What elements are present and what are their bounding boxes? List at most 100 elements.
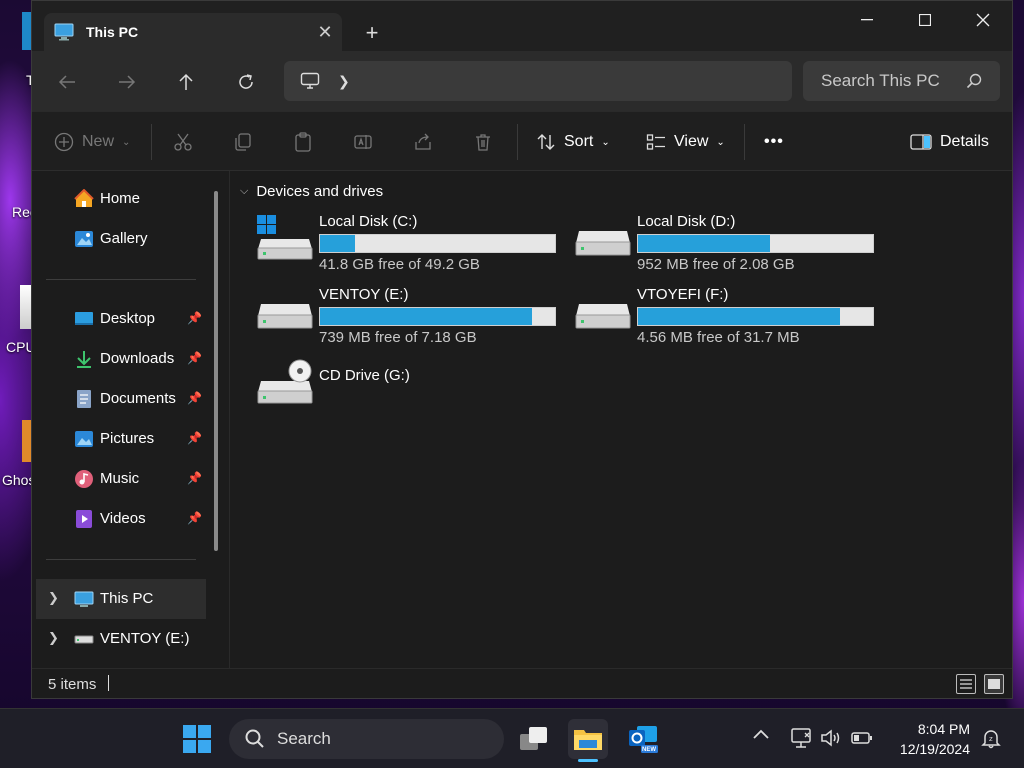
copy-button[interactable] [233,124,253,160]
desktop-icon [75,312,93,325]
home-icon [74,189,94,207]
drive-name: VTOYEFI (F:) [637,286,729,303]
chevron-right-icon[interactable]: ❯ [48,630,59,646]
clipboard-icon [295,132,311,152]
drive-tile-f[interactable]: VTOYEFI (F:) 4.56 MB free of 31.7 MB [575,286,875,346]
toolbar-divider [517,124,518,160]
sidebar-item-downloads[interactable]: Downloads 📌 [32,339,208,379]
drive-free-space: 41.8 GB free of 49.2 GB [319,256,480,273]
sidebar-item-pictures[interactable]: Pictures 📌 [32,419,208,459]
minimize-button[interactable] [838,1,896,39]
tab-close-icon[interactable]: ✕ [308,15,342,49]
refresh-button[interactable] [231,67,261,97]
sidebar-item-home[interactable]: Home [32,179,208,219]
forward-button[interactable] [112,67,142,97]
this-pc-icon [54,23,74,41]
sidebar-item-desktop[interactable]: Desktop 📌 [32,299,208,339]
more-options-button[interactable]: ••• [764,124,784,160]
drive-tile-g[interactable]: CD Drive (G:) [257,359,557,419]
sidebar-item-label: Desktop [100,310,156,327]
task-view-button[interactable] [514,719,554,759]
notification-bell-icon[interactable]: z [980,727,1002,754]
pin-icon[interactable]: 📌 [187,431,202,445]
share-button[interactable] [413,124,433,160]
close-icon [976,13,990,27]
taskbar-outlook-new[interactable]: NEW [623,719,663,759]
sidebar-item-documents[interactable]: Documents 📌 [32,379,208,419]
paste-button[interactable] [293,124,313,160]
sidebar-item-this-pc[interactable]: ❯ This PC [36,579,206,619]
drive-free-space: 739 MB free of 7.18 GB [319,329,477,346]
breadcrumb-chevron-icon[interactable]: ❯ [338,73,350,90]
rename-button[interactable] [353,124,373,160]
tab-this-pc[interactable]: This PC ✕ [44,13,342,51]
search-input[interactable] [821,71,961,91]
pin-icon[interactable]: 📌 [187,311,202,325]
close-button[interactable] [954,1,1012,39]
taskbar-search[interactable]: Search [229,719,504,759]
maximize-button[interactable] [896,1,954,39]
status-bar: 5 items [32,668,1012,698]
pin-icon[interactable]: 📌 [187,511,202,525]
delete-button[interactable] [473,124,493,160]
maximize-icon [919,14,931,26]
sidebar-scrollbar[interactable] [214,191,218,551]
toolbar-divider [151,124,152,160]
sidebar-item-gallery[interactable]: Gallery [32,219,208,259]
chevron-down-icon: ⌄ [601,136,610,148]
drive-tile-d[interactable]: Local Disk (D:) 952 MB free of 2.08 GB [575,213,875,273]
network-icon[interactable] [790,727,812,754]
pin-icon[interactable]: 📌 [187,351,202,365]
drive-free-space: 4.56 MB free of 31.7 MB [637,329,800,346]
sort-label: Sort [564,133,594,150]
address-bar[interactable]: ❯ [284,61,792,101]
documents-icon [77,390,91,408]
sidebar-item-label: Gallery [100,230,148,247]
devices-section-header[interactable]: ⌵ Devices and drives [240,183,383,200]
view-label: View [674,133,709,150]
drive-tile-c[interactable]: Local Disk (C:) 41.8 GB free of 49.2 GB [257,213,557,273]
system-clock[interactable]: 8:04 PM 12/19/2024 [900,719,970,759]
view-list-icon [646,134,665,150]
search-icon [966,73,982,89]
details-button[interactable]: Details [910,124,989,160]
drive-usage-bar [637,234,874,253]
sort-button[interactable]: Sort ⌄ [536,124,610,160]
search-box[interactable] [803,61,1000,101]
view-button[interactable]: View ⌄ [646,124,725,160]
new-tab-button[interactable]: + [358,19,386,47]
sidebar-item-ventoy[interactable]: ❯ VENTOY (E:) [32,619,208,659]
chevron-right-icon[interactable]: ❯ [48,590,59,606]
sidebar-divider [46,559,196,560]
sidebar-item-videos[interactable]: Videos 📌 [32,499,208,539]
details-view-toggle[interactable] [956,674,976,694]
sidebar-item-music[interactable]: Music 📌 [32,459,208,499]
tiles-view-toggle[interactable] [984,674,1004,694]
cut-button[interactable] [173,124,193,160]
show-hidden-icons-chevron-icon[interactable] [752,727,770,745]
drive-icon [74,635,94,644]
sidebar-item-label: This PC [100,590,154,607]
drive-usage-fill [638,308,841,325]
battery-icon[interactable] [851,727,873,754]
start-button[interactable] [177,719,217,759]
tab-title: This PC [86,24,139,40]
drive-usage-fill [638,235,770,252]
drive-tile-e[interactable]: VENTOY (E:) 739 MB free of 7.18 GB [257,286,557,346]
scissors-icon [174,133,192,151]
pin-icon[interactable]: 📌 [187,471,202,485]
explorer-body: Home Gallery Desktop 📌 Downloads 📌 Docum… [32,171,1012,668]
volume-icon[interactable] [820,727,842,754]
sidebar-item-label: VENTOY (E:) [100,630,190,647]
rename-icon [354,135,372,149]
back-button[interactable] [52,67,82,97]
content-pane: ⌵ Devices and drives Local Disk (C:) 41.… [230,171,1012,668]
details-view-icon [960,679,972,689]
up-button[interactable] [171,67,201,97]
drive-usage-bar [319,234,556,253]
pin-icon[interactable]: 📌 [187,391,202,405]
taskbar-file-explorer[interactable] [568,719,608,759]
copy-icon [235,133,251,151]
this-pc-icon [74,591,94,607]
new-button[interactable]: New ⌄ [54,124,130,160]
